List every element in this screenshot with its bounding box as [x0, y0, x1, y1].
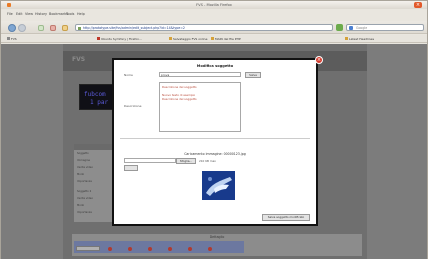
search-input[interactable]: Google [346, 24, 424, 31]
list-item: Modo [77, 173, 85, 176]
section-title: Dettaglio [209, 235, 225, 239]
list-item: Uscita video [77, 197, 93, 200]
list-item: Uscita video [77, 166, 93, 169]
close-modal-button[interactable]: × [315, 56, 323, 64]
modal-title: Modifica soggetto [196, 64, 234, 68]
window-close-button[interactable]: × [414, 2, 422, 8]
menu-history[interactable]: History [35, 12, 47, 16]
file-path-input[interactable] [124, 158, 176, 163]
back-button[interactable] [8, 24, 16, 32]
list-item: Importanza [77, 211, 92, 214]
banner-text-1: fubcom [84, 91, 106, 98]
menu-bar: File Edit View History Bookmarks Tools H… [1, 11, 427, 18]
bookmark-item[interactable]: FVS [7, 37, 17, 42]
bookmark-item[interactable]: MAIN del file PHP [211, 37, 241, 42]
url-text: http://prototype.site/fvs/admin/edit_sub… [83, 26, 185, 31]
home-button[interactable] [62, 25, 68, 31]
title-bar: FVS - Mozilla Firefox × [1, 1, 427, 9]
banner-text-2: 1 par [90, 99, 109, 106]
reload-button[interactable] [38, 25, 44, 31]
search-placeholder: Google [356, 26, 368, 31]
list-item: Immagine [77, 159, 91, 162]
edit-subject-modal: Modifica soggetto Nome prova Salva Descr… [114, 60, 316, 224]
delete-icon[interactable] [128, 247, 132, 251]
divider [120, 138, 310, 139]
navigation-toolbar: http://prototype.site/fvs/admin/edit_sub… [1, 21, 427, 34]
delete-icon[interactable] [168, 247, 172, 251]
browse-button[interactable]: Sfoglia... [176, 157, 196, 164]
menu-view[interactable]: View [25, 12, 33, 16]
name-label: Nome [124, 73, 133, 77]
url-bar[interactable]: http://prototype.site/fvs/admin/edit_sub… [75, 24, 333, 31]
site-icon [78, 26, 81, 30]
list-item: Modo [77, 204, 85, 207]
browser-window: FVS - Mozilla Firefox × File Edit View H… [0, 0, 428, 259]
window-title: FVS - Mozilla Firefox [196, 3, 232, 7]
bookmark-item[interactable]: Ubuntu Symfony | Firefox... [97, 37, 142, 42]
stop-button[interactable] [50, 25, 56, 31]
file-size-text: 210 KB max [199, 158, 216, 163]
description-label: Descrizione [124, 104, 142, 108]
menu-help[interactable]: Help [77, 12, 85, 16]
bookmark-item[interactable]: Latest Headlines [345, 37, 374, 42]
list-item: Soggetto 2 [77, 190, 92, 193]
menu-tools[interactable]: Tools [66, 12, 74, 16]
delete-icon[interactable] [188, 247, 192, 251]
menu-file[interactable]: File [7, 12, 13, 16]
forward-button[interactable] [18, 24, 26, 32]
image-thumbnail [202, 171, 235, 200]
delete-icon[interactable] [148, 247, 152, 251]
subject-select[interactable] [76, 246, 100, 251]
upload-title: Caricamento immagine: 00000123.jpg [184, 152, 246, 156]
site-logo: FVS [72, 56, 86, 63]
menu-edit[interactable]: Edit [16, 12, 23, 16]
description-line: Descrizione del soggetto [162, 85, 197, 89]
list-item: Soggetto [77, 152, 89, 155]
save-name-button[interactable]: Salva [245, 71, 261, 78]
description-field[interactable]: Descrizione del soggetto Nuovo testo di … [159, 82, 241, 132]
delete-icon[interactable] [108, 247, 112, 251]
bookmark-item[interactable]: Salvataggio FVS online [169, 37, 207, 42]
go-button[interactable] [336, 24, 343, 31]
description-line: Descrizione del soggetto [162, 97, 197, 101]
bookmarks-toolbar: FVS Ubuntu Symfony | Firefox... Salvatag… [1, 35, 427, 43]
upload-button[interactable] [124, 165, 138, 171]
google-icon [349, 26, 353, 30]
list-item: Importanza [77, 180, 92, 183]
delete-icon[interactable] [208, 247, 212, 251]
detail-section: Dettaglio [72, 234, 362, 256]
submit-button[interactable]: Salva soggetto modificato [262, 214, 310, 221]
name-field[interactable]: prova [159, 72, 241, 77]
